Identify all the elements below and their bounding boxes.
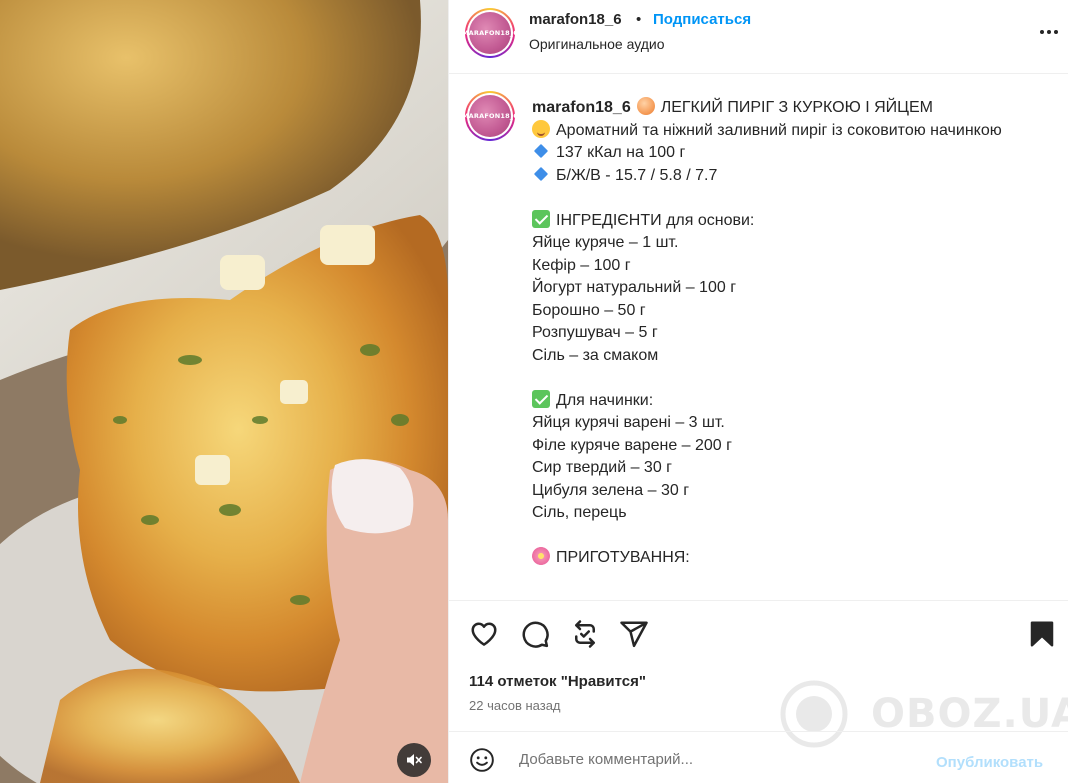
post-header: MARAFON18_6 marafon18_6 • Подписаться Ор… (449, 0, 1068, 74)
caption-line: ІНГРЕДІЄНТИ для основи: (532, 209, 1032, 233)
follow-button[interactable]: Подписаться (653, 11, 751, 28)
caption-line: Розпушувач – 5 г (532, 322, 1032, 345)
caption-line-text: Кефір – 100 г (532, 256, 631, 274)
caption-line: Б/Ж/В - 15.7 / 5.8 / 7.7 (532, 165, 1032, 188)
caption-line-text: Яйця курячі варені – 3 шт. (532, 414, 725, 431)
likes-count[interactable]: 114 отметок "Нравится" (469, 673, 646, 690)
comment-bar: Опубликовать (449, 731, 1068, 783)
emoji-icon[interactable] (469, 747, 495, 773)
caption-line (532, 187, 1032, 210)
caption-line-text: Цибуля зелена – 30 г (532, 481, 690, 499)
more-horizontal-icon[interactable] (1037, 20, 1061, 44)
avatar[interactable]: MARAFON18_6 (462, 8, 518, 58)
caption-line: Сіль, перець (532, 502, 1032, 525)
post-comment-button[interactable]: Опубликовать (936, 754, 1043, 771)
caption-line: Яйця курячі варені – 3 шт. (532, 412, 1032, 435)
caption: marafon18_6 ЛЕГКИЙ ПИРІГ З КУРКОЮ І ЯЙЦЕМ… (532, 97, 1032, 570)
diamond-emoji-icon (533, 166, 549, 181)
heart-icon[interactable] (469, 619, 499, 649)
caption-line: Борошно – 50 г (532, 300, 1032, 323)
caption-line: 137 кКал на 100 г (532, 142, 1032, 165)
separator-dot: • (636, 11, 642, 28)
caption-line-text: Йогурт натуральний – 100 г (532, 279, 737, 296)
avatar-image: MARAFON18_6 (462, 12, 518, 54)
caption-line-text: 137 кКал на 100 г (556, 144, 686, 161)
comment-icon[interactable] (520, 619, 550, 649)
caption-line-text: Сіль – за смаком (532, 346, 659, 364)
caption-avatar[interactable]: MARAFON18_6 (462, 91, 518, 141)
send-icon[interactable] (619, 619, 649, 649)
post-media-video[interactable] (0, 0, 448, 783)
caption-line-text: Яйце куряче – 1 шт. (532, 234, 679, 251)
caption-line-text: Б/Ж/В - 15.7 / 5.8 / 7.7 (556, 166, 718, 184)
repost-icon[interactable] (570, 619, 600, 649)
caption-line: Ароматний та ніжний заливний пиріг із со… (532, 119, 1032, 143)
caption-line: Яйце куряче – 1 шт. (532, 232, 1032, 255)
caption-line: Для начинки: (532, 389, 1032, 413)
caption-line-text: ІНГРЕДІЄНТИ для основи: (556, 211, 755, 229)
post-timestamp[interactable]: 22 часов назад (469, 698, 561, 713)
caption-line: ПРИГОТУВАННЯ: (532, 547, 1032, 570)
caption-line-text: Філе куряче варене – 200 г (532, 436, 732, 454)
flower-emoji-icon (532, 547, 550, 565)
action-bar: 114 отметок "Нравится" 22 часов назад OB… (449, 600, 1068, 748)
caption-line: Цибуля зелена – 30 г (532, 480, 1032, 503)
caption-line-text: Борошно – 50 г (532, 301, 646, 319)
yum-emoji-icon (532, 119, 550, 138)
username-link[interactable]: marafon18_6 (529, 11, 622, 28)
caption-line: Філе куряче варене – 200 г (532, 435, 1032, 458)
peach-emoji-icon (636, 97, 655, 115)
food-photo (0, 0, 448, 783)
caption-title: ЛЕГКИЙ ПИРІГ З КУРКОЮ І ЯЙЦЕМ (660, 99, 933, 116)
check-emoji-icon (532, 209, 550, 228)
diamond-emoji-icon (533, 143, 549, 159)
caption-avatar-image: MARAFON18_6 (462, 95, 518, 137)
caption-line: Сіль – за смаком (532, 345, 1032, 368)
audio-link[interactable]: Оригинальное аудио (529, 36, 665, 52)
comment-input[interactable] (519, 746, 919, 772)
caption-line (532, 367, 1032, 390)
caption-line: Сир твердий – 30 г (532, 457, 1032, 480)
caption-line-text: Для начинки: (556, 391, 654, 409)
muted-speaker-icon (407, 754, 422, 766)
bookmark-icon[interactable] (1027, 619, 1057, 649)
post-side-panel: MARAFON18_6 marafon18_6 • Подписаться Ор… (448, 0, 1068, 783)
caption-line: Йогурт натуральний – 100 г (532, 277, 1032, 300)
caption-lines: Ароматний та ніжний заливний пиріг із со… (532, 119, 1032, 570)
caption-username[interactable]: marafon18_6 (532, 99, 631, 116)
caption-line-text: Розпушувач – 5 г (532, 324, 658, 341)
caption-title-line: marafon18_6 ЛЕГКИЙ ПИРІГ З КУРКОЮ І ЯЙЦЕМ (532, 97, 1032, 120)
mute-button[interactable] (397, 743, 431, 777)
caption-line-text: ПРИГОТУВАННЯ: (556, 549, 690, 566)
check-emoji-icon (532, 389, 550, 408)
caption-area[interactable]: MARAFON18_6 marafon18_6 ЛЕГКИЙ ПИРІГ З КУ… (449, 75, 1068, 600)
caption-line-text: Сіль, перець (532, 504, 627, 521)
caption-line: Кефір – 100 г (532, 255, 1032, 278)
caption-line-text: Сир твердий – 30 г (532, 459, 672, 476)
caption-line (532, 525, 1032, 548)
caption-line-text: Ароматний та ніжний заливний пиріг із со… (556, 121, 1002, 139)
